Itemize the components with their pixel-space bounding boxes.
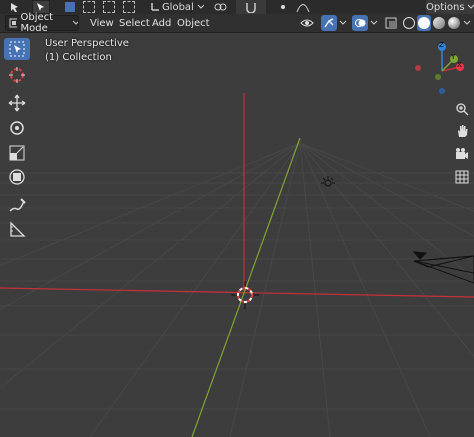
options-dropdown[interactable]: Options <box>426 0 474 14</box>
viewport-scene <box>0 93 474 437</box>
3d-viewport[interactable]: User Perspective (1) Collection Z X Y <box>0 33 474 437</box>
eye-icon <box>300 19 314 27</box>
menu-select[interactable]: Select <box>119 15 150 31</box>
scale-icon <box>9 145 25 161</box>
top-header: Global Options <box>0 0 474 14</box>
cursor-target-icon <box>9 67 25 83</box>
menu-object[interactable]: Object <box>177 15 210 31</box>
select-icon <box>11 3 18 12</box>
snapping-toggle[interactable] <box>236 0 266 14</box>
object-mode-icon <box>9 18 17 28</box>
solid-icon <box>418 17 430 29</box>
perspective-label: User Perspective <box>45 38 129 49</box>
x-axis-line <box>0 287 474 298</box>
zoom-icon <box>456 103 469 116</box>
pan-button[interactable] <box>452 121 472 141</box>
menu-add[interactable]: Add <box>152 15 171 31</box>
gizmo-y-label: Y <box>451 53 456 61</box>
tool-annotate[interactable] <box>4 195 30 217</box>
ortho-toggle-button[interactable] <box>452 167 472 187</box>
transform-icon <box>9 169 25 185</box>
orientation-label: Global <box>161 1 194 13</box>
tool-select-box[interactable] <box>4 38 30 60</box>
overlays-toggle[interactable] <box>352 15 368 31</box>
shading-dropdown[interactable] <box>462 15 472 31</box>
viewport-header: Object Mode View Select Add Object <box>0 12 474 34</box>
chevron-down-icon <box>370 20 378 25</box>
navigation-gizmo[interactable]: Z X Y <box>412 39 472 99</box>
collection-label: (1) Collection <box>45 52 112 63</box>
dot-icon <box>281 5 285 9</box>
shading-rendered[interactable] <box>447 15 461 31</box>
gizmo-toggle[interactable] <box>321 15 337 31</box>
grid-icon <box>455 170 469 184</box>
shading-solid[interactable] <box>417 15 431 31</box>
tool-rotate[interactable] <box>4 117 30 139</box>
mode-extend-icon[interactable] <box>83 1 95 13</box>
tool-measure[interactable] <box>4 219 30 241</box>
shading-wireframe[interactable] <box>402 15 416 31</box>
chevron-down-icon <box>72 20 78 25</box>
hand-icon <box>458 125 468 137</box>
options-label: Options <box>426 1 465 13</box>
gizmo-z-label: Z <box>439 41 444 49</box>
snap-icon <box>246 3 256 13</box>
tool-transform[interactable] <box>4 166 30 188</box>
proportional-edit-toggle[interactable] <box>276 0 290 14</box>
select-box-icon <box>9 41 25 57</box>
mode-new-icon[interactable] <box>65 2 75 12</box>
measure-icon <box>10 221 26 237</box>
tool-cursor[interactable] <box>4 64 30 86</box>
camera-object <box>412 251 474 284</box>
xray-toggle[interactable] <box>384 15 398 31</box>
mode-subtract-icon[interactable] <box>103 1 115 13</box>
axis-icon <box>151 3 159 11</box>
object-mode-dropdown[interactable]: Object Mode <box>5 12 79 34</box>
menu-view[interactable]: View <box>90 15 114 31</box>
camera-icon <box>456 148 468 159</box>
move-icon <box>8 94 26 112</box>
gizmo-dropdown[interactable] <box>338 15 348 31</box>
material-icon <box>433 17 445 29</box>
gizmo-x-label: X <box>457 61 462 69</box>
link-icon <box>214 3 227 11</box>
camera-view-button[interactable] <box>452 144 472 164</box>
visibility-dropdown[interactable] <box>294 15 320 31</box>
shading-material[interactable] <box>432 15 446 31</box>
chevron-down-icon <box>197 4 204 9</box>
light-object <box>321 176 335 187</box>
wireframe-icon <box>403 17 415 29</box>
cursor-icon <box>37 3 44 11</box>
xray-icon <box>385 17 397 29</box>
tool-scale[interactable] <box>4 142 30 164</box>
pivot-point-dropdown[interactable] <box>210 0 232 14</box>
zoom-button[interactable] <box>452 99 472 119</box>
chevron-down-icon <box>339 20 347 25</box>
object-mode-label: Object Mode <box>20 12 54 34</box>
falloff-dropdown[interactable] <box>292 0 314 14</box>
overlays-dropdown[interactable] <box>369 15 379 31</box>
falloff-curve-icon <box>296 4 310 13</box>
mode-intersect-icon[interactable] <box>123 1 135 13</box>
selection-mode-group[interactable] <box>58 0 142 14</box>
overlays-icon <box>355 19 366 27</box>
gizmo-icon <box>324 18 334 28</box>
chevron-down-icon <box>463 20 471 25</box>
tool-move[interactable] <box>4 92 30 114</box>
rendered-icon <box>448 17 460 29</box>
chevron-down-icon <box>467 4 474 9</box>
transform-orientation-dropdown[interactable]: Global <box>150 0 204 14</box>
3d-cursor <box>231 281 259 309</box>
annotate-pen-icon <box>9 198 26 212</box>
rotate-icon <box>10 121 24 135</box>
floor-grid <box>0 142 474 437</box>
